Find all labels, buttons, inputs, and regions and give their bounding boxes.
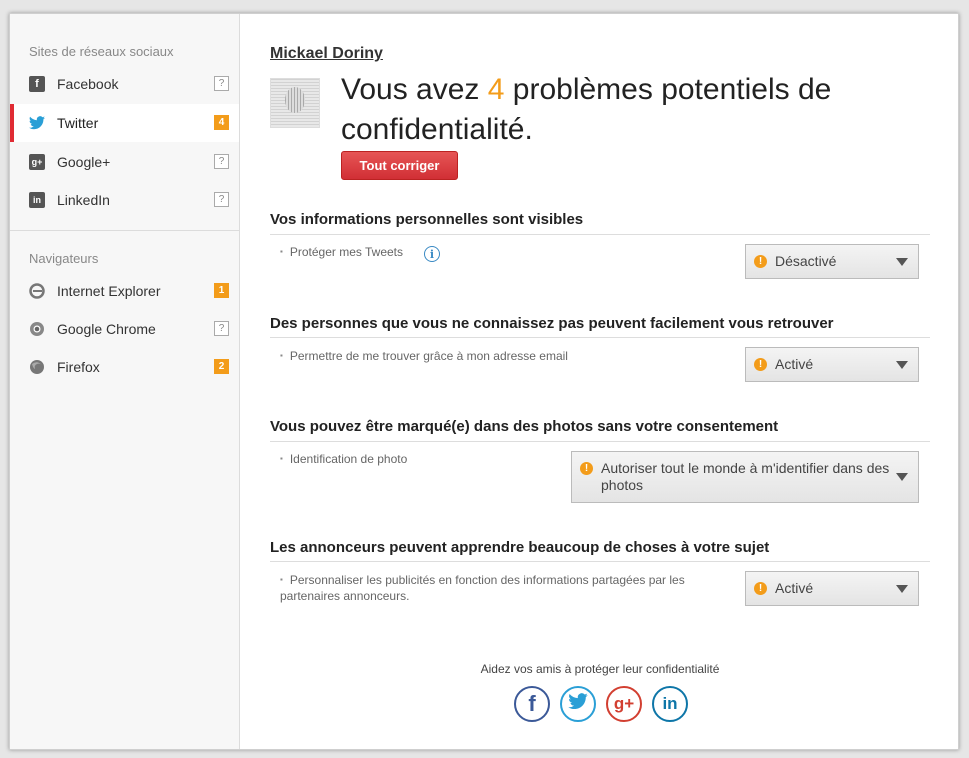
main-content: Mickael Doriny Vous avez 4 problèmes pot… <box>240 14 958 749</box>
twitter-icon <box>29 115 45 131</box>
section-divider <box>270 234 930 235</box>
issue-count: 4 <box>487 73 505 106</box>
google-plus-icon: g+ <box>613 694 635 713</box>
chevron-down-icon <box>896 473 908 481</box>
avatar <box>270 78 320 128</box>
page-title: Vous avez 4 problèmes potentiels de conf… <box>341 73 832 146</box>
issue-count-badge: 1 <box>214 283 229 298</box>
app-window: Sites de réseaux sociaux f Facebook ? Tw… <box>9 13 959 750</box>
section-title: Les annonceurs peuvent apprendre beaucou… <box>270 539 770 556</box>
select-value: Activé <box>775 356 814 372</box>
sidebar-item-firefox[interactable]: Firefox 2 <box>10 348 239 386</box>
firefox-icon <box>29 359 45 375</box>
personalized-ads-select[interactable]: ! Activé <box>745 571 919 606</box>
setting-label: Personnaliser les publicités en fonction… <box>280 573 700 604</box>
linkedin-icon: in <box>29 192 45 208</box>
chevron-down-icon <box>896 584 908 593</box>
sidebar-item-google-chrome[interactable]: Google Chrome ? <box>10 310 239 348</box>
chevron-down-icon <box>896 360 908 369</box>
photo-tagging-select[interactable]: ! Autoriser tout le monde à m'identifier… <box>571 451 919 503</box>
info-icon[interactable]: i <box>424 246 440 262</box>
setting-label: Protéger mes Tweets <box>280 245 403 261</box>
sidebar-item-linkedin[interactable]: in LinkedIn ? <box>10 181 239 219</box>
section-divider <box>270 337 930 338</box>
section-title: Vous pouvez être marqué(e) dans des phot… <box>270 418 779 435</box>
select-value: Autoriser tout le monde à m'identifier d… <box>601 460 890 493</box>
share-facebook-button[interactable]: f <box>514 686 550 722</box>
twitter-icon <box>568 693 588 715</box>
sidebar-item-twitter[interactable]: Twitter 4 <box>10 104 239 142</box>
section-title: Vos informations personnelles sont visib… <box>270 211 584 228</box>
sidebar: Sites de réseaux sociaux f Facebook ? Tw… <box>10 14 240 749</box>
unknown-badge: ? <box>214 154 229 169</box>
warning-icon: ! <box>580 462 593 475</box>
warning-icon: ! <box>754 582 767 595</box>
social-networks-heading: Sites de réseaux sociaux <box>29 44 174 59</box>
sidebar-divider <box>10 230 239 231</box>
protect-tweets-select[interactable]: ! Désactivé <box>745 244 919 279</box>
sidebar-item-label: Google Chrome <box>57 321 156 337</box>
issue-count-badge: 4 <box>214 115 229 130</box>
warning-icon: ! <box>754 358 767 371</box>
section-title: Des personnes que vous ne connaissez pas… <box>270 315 834 332</box>
select-value: Activé <box>775 580 814 596</box>
find-by-email-select[interactable]: ! Activé <box>745 347 919 382</box>
sidebar-item-label: Facebook <box>57 76 119 92</box>
facebook-icon: f <box>29 76 45 92</box>
share-twitter-button[interactable] <box>560 686 596 722</box>
sidebar-item-label: Firefox <box>57 359 100 375</box>
browsers-heading: Navigateurs <box>29 251 99 266</box>
sidebar-item-internet-explorer[interactable]: Internet Explorer 1 <box>10 272 239 310</box>
google-plus-icon: g+ <box>29 154 45 170</box>
facebook-icon: f <box>528 691 536 716</box>
sidebar-item-google-plus[interactable]: g+ Google+ ? <box>10 143 239 181</box>
section-divider <box>270 441 930 442</box>
sidebar-item-label: Twitter <box>57 115 99 131</box>
linkedin-icon: in <box>662 694 678 713</box>
unknown-badge: ? <box>214 76 229 91</box>
setting-label: Identification de photo <box>280 452 407 468</box>
chrome-icon <box>29 321 45 337</box>
section-divider <box>270 561 930 562</box>
setting-label: Permettre de me trouver grâce à mon adre… <box>280 349 568 365</box>
sidebar-item-label: LinkedIn <box>57 192 110 208</box>
share-linkedin-button[interactable]: in <box>652 686 688 722</box>
share-google-plus-button[interactable]: g+ <box>606 686 642 722</box>
sidebar-item-facebook[interactable]: f Facebook ? <box>10 65 239 103</box>
sidebar-item-label: Internet Explorer <box>57 283 161 299</box>
unknown-badge: ? <box>214 321 229 336</box>
unknown-badge: ? <box>214 192 229 207</box>
internet-explorer-icon <box>29 283 45 299</box>
warning-icon: ! <box>754 255 767 268</box>
issue-count-badge: 2 <box>214 359 229 374</box>
share-prompt: Aidez vos amis à protéger leur confident… <box>480 662 720 676</box>
chevron-down-icon <box>896 257 908 266</box>
sidebar-item-label: Google+ <box>57 154 111 170</box>
user-name-link[interactable]: Mickael Doriny <box>270 45 383 63</box>
fix-all-button[interactable]: Tout corriger <box>341 151 458 180</box>
select-value: Désactivé <box>775 253 837 269</box>
